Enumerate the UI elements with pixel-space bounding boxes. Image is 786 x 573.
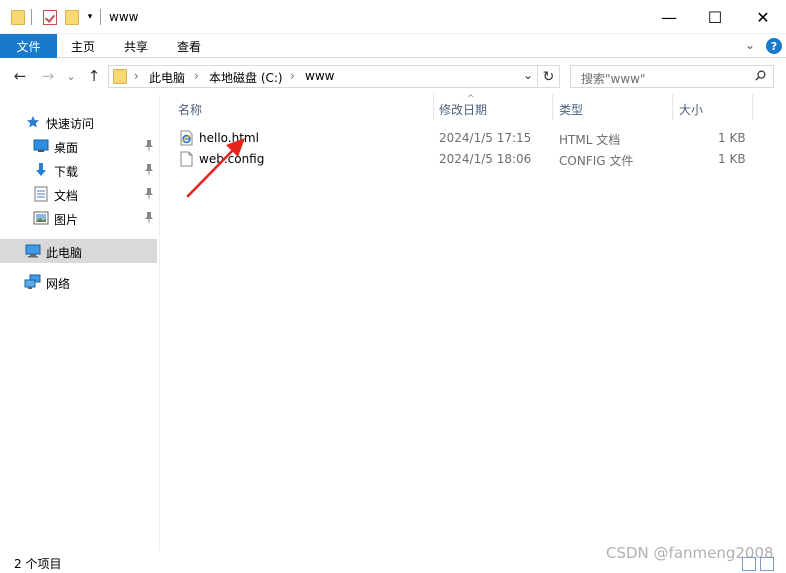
pin-icon[interactable] — [144, 211, 154, 226]
file-modified: 2024/1/5 17:15 — [439, 131, 532, 145]
pictures-icon — [33, 211, 49, 225]
star-icon — [27, 116, 39, 128]
address-bar[interactable]: › 此电脑 › 本地磁盘 (C:) › www ⌄ — [108, 65, 538, 88]
tab-home[interactable]: 主页 — [71, 34, 95, 58]
column-header-name[interactable]: 名称 — [178, 101, 202, 118]
computer-icon — [25, 244, 41, 258]
ribbon-collapse-chevron-icon[interactable]: ⌄ — [745, 38, 755, 52]
customize-toolbar-icon[interactable]: ▾ — [84, 7, 96, 27]
column-divider[interactable] — [552, 94, 553, 120]
sidebar-item-label: 此电脑 — [46, 246, 83, 260]
title-bar: ▾ www — ☐ ✕ — [0, 0, 786, 34]
column-header-modified[interactable]: 修改日期 — [439, 101, 487, 118]
watermark: CSDN @fanmeng2008 — [606, 544, 774, 562]
file-row[interactable]: hello.html 2024/1/5 17:15 HTML 文档 1 KB — [175, 128, 755, 149]
navigation-pane: 快速访问 桌面 下载 文档 图片 此电脑 网络 — [0, 94, 160, 551]
file-size: 1 KB — [718, 152, 746, 166]
window-title: www — [109, 10, 139, 24]
vertical-scrollbar[interactable] — [757, 94, 774, 551]
new-folder-icon[interactable] — [63, 7, 81, 27]
search-icon[interactable] — [755, 70, 766, 81]
sidebar-item-this-pc[interactable]: 此电脑 — [0, 239, 157, 263]
recent-locations-chevron-icon[interactable]: ⌄ — [64, 66, 78, 86]
sidebar-item-network[interactable]: 网络 — [0, 270, 157, 294]
address-dropdown-chevron-icon[interactable]: ⌄ — [523, 68, 533, 82]
sidebar-item-quick-access[interactable]: 快速访问 — [0, 110, 157, 134]
sidebar-item-label: 桌面 — [54, 141, 79, 155]
search-placeholder: 搜索"www" — [581, 72, 646, 86]
back-button[interactable]: ← — [10, 66, 30, 86]
tab-view[interactable]: 查看 — [177, 34, 201, 58]
divider — [100, 9, 101, 25]
pin-icon[interactable] — [144, 163, 154, 178]
sidebar-item-label: 快速访问 — [46, 117, 95, 131]
breadcrumb-separator: › — [194, 69, 199, 83]
column-divider[interactable] — [672, 94, 673, 120]
tab-share[interactable]: 共享 — [124, 34, 148, 58]
column-divider[interactable] — [433, 94, 434, 120]
minimize-button[interactable]: — — [646, 0, 692, 34]
column-header-size[interactable]: 大小 — [679, 101, 703, 118]
document-icon — [34, 186, 48, 202]
sidebar-item-label: 网络 — [46, 277, 71, 291]
up-button[interactable]: ↑ — [84, 66, 104, 86]
sidebar-item-downloads[interactable]: 下载 — [0, 158, 157, 182]
breadcrumb-this-pc[interactable]: 此电脑 — [149, 69, 185, 86]
navigation-bar: ← → ⌄ ↑ › 此电脑 › 本地磁盘 (C:) › www ⌄ ↻ 搜索"w… — [0, 58, 786, 94]
red-arrow-annotation — [186, 138, 245, 198]
download-icon — [36, 163, 46, 176]
column-header-row: ^ 名称 修改日期 类型 大小 — [170, 94, 756, 120]
file-modified: 2024/1/5 18:06 — [439, 152, 532, 166]
sidebar-item-label: 图片 — [54, 213, 79, 227]
properties-icon[interactable] — [41, 7, 59, 27]
pin-icon[interactable] — [144, 139, 154, 154]
sidebar-item-documents[interactable]: 文档 — [0, 182, 157, 206]
item-count: 2 个项目 — [14, 557, 62, 571]
column-divider[interactable] — [752, 94, 753, 120]
file-row[interactable]: web.config 2024/1/5 18:06 CONFIG 文件 1 KB — [175, 149, 755, 170]
pin-icon[interactable] — [144, 187, 154, 202]
tab-file[interactable]: 文件 — [0, 34, 57, 58]
refresh-button[interactable]: ↻ — [538, 65, 560, 88]
folder-icon — [9, 7, 27, 27]
file-size: 1 KB — [718, 131, 746, 145]
file-type: CONFIG 文件 — [559, 154, 634, 168]
divider — [31, 9, 32, 25]
sidebar-item-label: 下载 — [54, 165, 79, 179]
sidebar-item-pictures[interactable]: 图片 — [0, 206, 157, 230]
breadcrumb-separator: › — [134, 69, 139, 83]
maximize-button[interactable]: ☐ — [692, 0, 738, 34]
breadcrumb-local-disk[interactable]: 本地磁盘 (C:) — [209, 69, 283, 86]
help-icon[interactable]: ? — [766, 38, 782, 54]
sidebar-item-label: 文档 — [54, 189, 79, 203]
ribbon: 文件 主页 共享 查看 ⌄ ? — [0, 34, 786, 58]
folder-icon — [113, 69, 127, 84]
network-icon — [24, 274, 41, 289]
forward-button[interactable]: → — [38, 66, 58, 86]
desktop-icon — [33, 139, 49, 152]
file-type: HTML 文档 — [559, 133, 621, 147]
close-button[interactable]: ✕ — [740, 0, 786, 34]
search-input[interactable]: 搜索"www" — [570, 65, 774, 88]
column-header-type[interactable]: 类型 — [559, 101, 583, 118]
breadcrumb-www[interactable]: www — [305, 69, 334, 83]
breadcrumb-separator: › — [290, 69, 295, 83]
sidebar-item-desktop[interactable]: 桌面 — [0, 134, 157, 158]
